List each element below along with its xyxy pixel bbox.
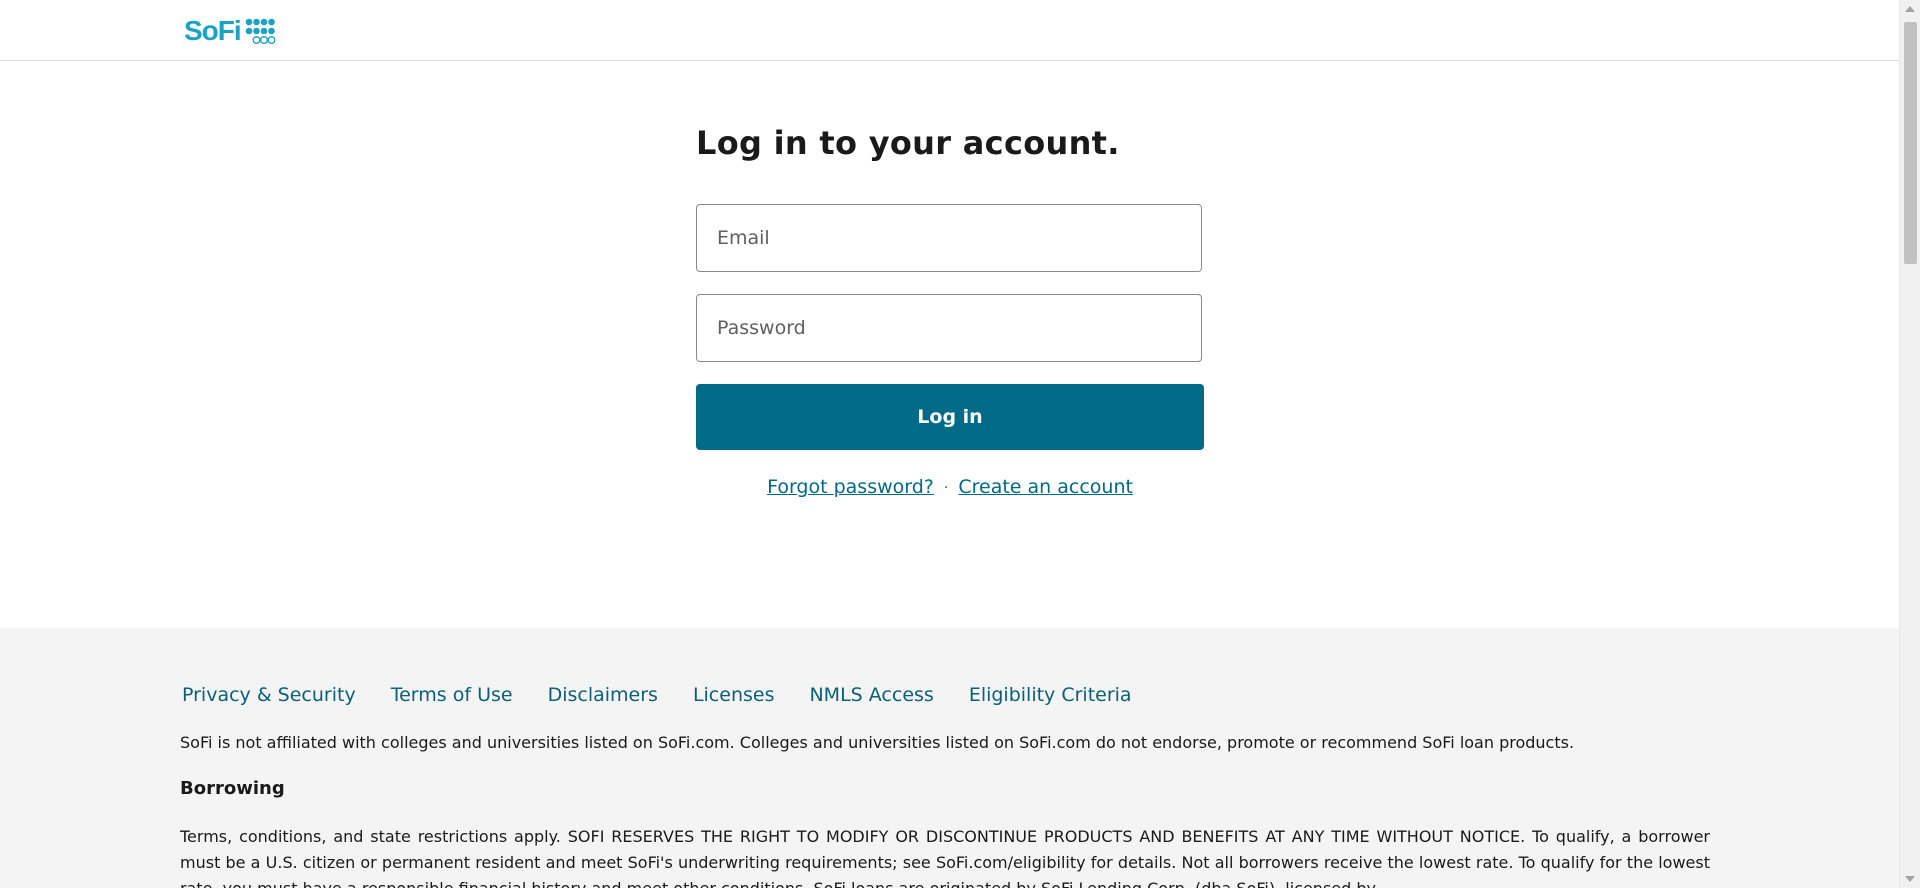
vertical-scrollbar[interactable] — [1899, 0, 1920, 888]
page: SoFi Log in to your account. Log in Forg… — [0, 0, 1899, 888]
borrowing-heading: Borrowing — [180, 778, 285, 799]
forgot-password-link[interactable]: Forgot password? — [767, 476, 934, 498]
site-header: SoFi — [0, 0, 1899, 61]
scrollbar-thumb[interactable] — [1904, 22, 1917, 264]
scroll-up-icon[interactable] — [1905, 6, 1915, 12]
footer-link-privacy-security[interactable]: Privacy & Security — [182, 684, 356, 706]
page-title: Log in to your account. — [696, 124, 1120, 162]
affiliation-disclaimer: SoFi is not affiliated with colleges and… — [180, 733, 1575, 752]
sofi-logo[interactable]: SoFi — [184, 16, 275, 46]
footer-link-nmls-access[interactable]: NMLS Access — [809, 684, 933, 706]
borrowing-disclosure: Terms, conditions, and state restriction… — [180, 827, 1710, 888]
footer-link-terms-of-use[interactable]: Terms of Use — [391, 684, 513, 706]
footer-nav: Privacy & Security Terms of Use Disclaim… — [182, 684, 1132, 706]
sofi-dots-icon — [245, 18, 275, 44]
login-form: Log in to your account. Log in Forgot pa… — [696, 118, 1204, 498]
footer-link-eligibility-criteria[interactable]: Eligibility Criteria — [969, 684, 1132, 706]
password-field[interactable] — [696, 294, 1202, 362]
account-links: Forgot password? · Create an account — [696, 474, 1204, 501]
scroll-down-icon[interactable] — [1905, 876, 1915, 882]
login-button[interactable]: Log in — [696, 384, 1204, 450]
create-account-link[interactable]: Create an account — [958, 476, 1133, 498]
link-separator: · — [943, 479, 949, 496]
footer-link-licenses[interactable]: Licenses — [693, 684, 775, 706]
logo-text: SoFi — [184, 15, 242, 46]
site-footer: Privacy & Security Terms of Use Disclaim… — [0, 628, 1899, 888]
footer-link-disclaimers[interactable]: Disclaimers — [548, 684, 658, 706]
email-field[interactable] — [696, 204, 1202, 272]
